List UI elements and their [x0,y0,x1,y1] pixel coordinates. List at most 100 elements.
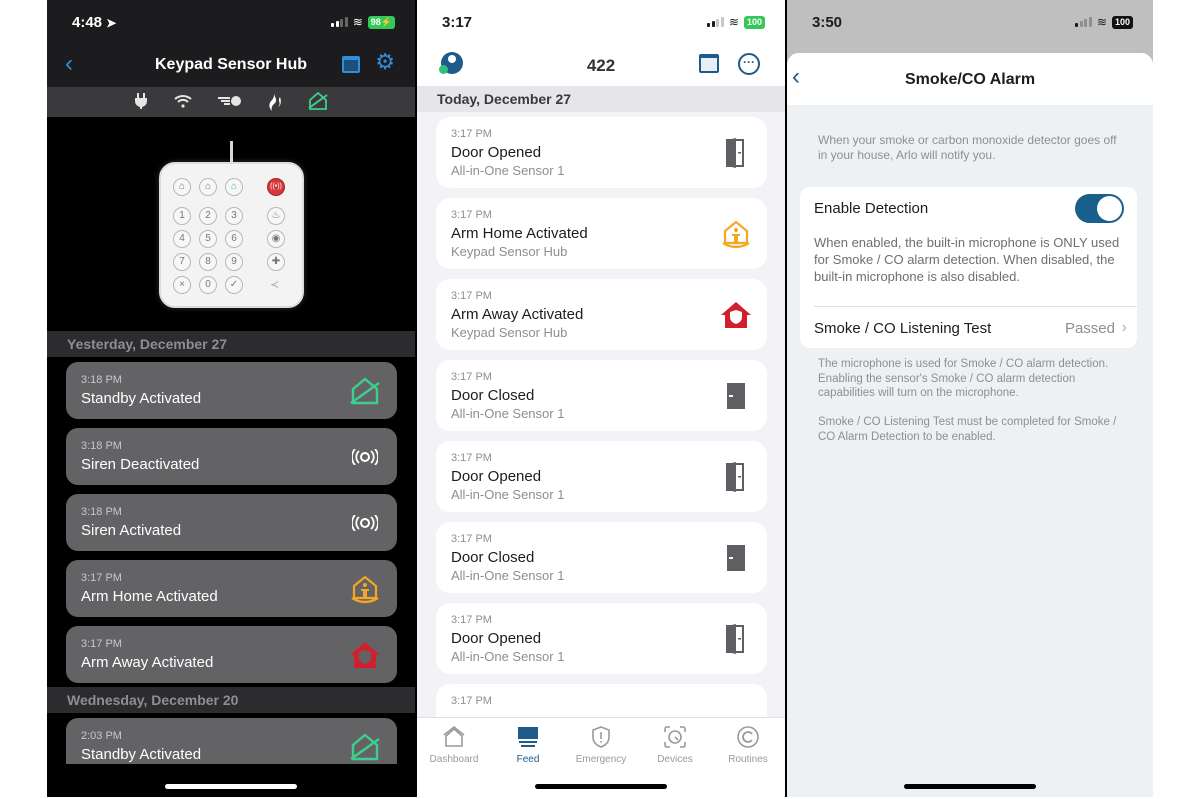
keypad-number-key: 1 [173,207,191,225]
event-card[interactable]: 3:17 PM Door Closed All-in-One Sensor 1 [436,522,767,593]
event-title: Door Opened [451,468,542,485]
tab-devices[interactable]: Devices [638,724,712,765]
siren-icon [349,442,381,472]
enable-detection-toggle[interactable] [1075,194,1124,223]
event-title: Arm Away Activated [451,306,584,323]
event-time: 3:17 PM [451,371,492,383]
signal-icon [1075,17,1092,27]
status-right: ≋ 100 [1075,15,1133,29]
keypad-number-key: 3 [225,207,243,225]
battery-indicator: 100 [743,15,765,29]
siren-icon [349,508,381,538]
battery-indicator: 100 [1111,15,1133,29]
routines-icon [711,724,785,750]
detection-settings-group: Enable Detection When enabled, the built… [800,187,1137,348]
wifi-icon: ≋ [352,15,363,29]
status-right: ≋ 98⚡ [331,15,395,29]
event-time: 3:17 PM [451,614,492,626]
calendar-button[interactable] [342,56,360,73]
keypad-panic-key: ((•)) [267,178,285,196]
event-time: 3:17 PM [81,638,122,650]
home-indicator[interactable] [165,784,297,789]
listening-test-label: Smoke / CO Listening Test [814,320,992,337]
event-title: Door Opened [451,144,542,161]
event-device: All-in-One Sensor 1 [451,487,565,502]
settings-sheet: ‹ Smoke/CO Alarm When your smoke or carb… [787,53,1153,797]
event-time: 3:17 PM [451,128,492,140]
tab-dashboard[interactable]: Dashboard [417,724,491,765]
status-right: ≋ 100 [707,15,765,29]
event-count: 422 [586,56,616,75]
signal-icon [707,17,724,27]
event-card[interactable]: 3:18 PM Siren Deactivated [66,428,397,485]
event-time: 3:17 PM [451,452,492,464]
tab-feed[interactable]: Feed [491,724,565,765]
event-card[interactable]: 3:18 PM Siren Activated [66,494,397,551]
more-options-button[interactable]: ··· [738,53,760,75]
section-header: Wednesday, December 20 [47,687,415,713]
nav-bar: 422 ··· [417,44,785,86]
home-indicator[interactable] [535,784,667,789]
chevron-right-icon: › [1121,319,1127,336]
door-open-icon [719,136,753,170]
calendar-button[interactable] [699,54,719,73]
header: 4:48 ➤ ≋ 98⚡ ‹ Keypad Sensor Hub ⚙ [47,0,415,87]
event-card[interactable]: 3:17 PM Arm Home Activated Keypad Sensor H… [436,198,767,269]
event-card[interactable]: 3:17 PM Door Opened All-in-One Sensor 1 [436,603,767,674]
shield-alert-icon [564,724,638,750]
status-bar: 3:50 ≋ 100 [787,0,1153,44]
motion-icon [218,95,242,110]
event-time: 2:03 PM [81,730,122,742]
event-card[interactable]: 3:17 PM Arm Away Activated [66,626,397,683]
door-open-icon [719,622,753,656]
arm-away-icon [719,298,753,332]
door-open-icon [719,460,753,494]
keypad-police-key: ◉ [267,230,285,248]
event-device: Keypad Sensor Hub [451,325,568,340]
event-time: 3:17 PM [81,572,122,584]
section-header: Yesterday, December 27 [47,331,415,357]
event-card[interactable]: 3:17 PM Door Closed All-in-One Sensor 1 [436,360,767,431]
settings-button[interactable]: ⚙ [375,51,395,73]
event-card[interactable]: 3:17 PM Door Opened All-in-One Sensor 1 [436,117,767,188]
keypad-home-key: ⌂ [173,178,191,196]
nav-bar: ‹ Keypad Sensor Hub ⚙ [47,44,415,87]
tab-routines[interactable]: Routines [711,724,785,765]
listening-test-status: Passed [1064,320,1115,337]
camera-device-icon [638,724,712,750]
event-title: Door Closed [451,549,535,566]
tab-emergency[interactable]: Emergency [564,724,638,765]
arm-away-icon [349,640,381,670]
page-title: Smoke/CO Alarm [904,71,1036,88]
keypad-cord [230,141,233,163]
wifi-icon [174,94,192,111]
home-indicator[interactable] [904,784,1036,789]
tab-label: Devices [657,754,693,765]
enable-detection-help: When enabled, the built-in microphone is… [814,235,1120,284]
event-card[interactable]: 3:17 PM Arm Away Activated Keypad Sensor H… [436,279,767,350]
event-card[interactable]: 3:17 PM Arm Home Activated [66,560,397,617]
activity-feed-screen: 3:17 ≋ 100 422 ··· Today, December 27 3:… [417,0,785,797]
event-device: Keypad Sensor Hub [451,244,568,259]
event-device: All-in-One Sensor 1 [451,406,565,421]
tab-label: Routines [728,754,768,765]
row-divider [814,306,1137,307]
enable-detection-label: Enable Detection [814,200,929,217]
event-time: 3:18 PM [81,506,122,518]
event-title: Arm Home Activated [451,225,588,242]
status-time: 3:50 [812,14,843,31]
event-time: 3:17 PM [451,209,492,221]
keypad-number-key: 7 [173,253,191,271]
power-plug-icon [134,92,148,112]
keypad-hub-screen: 4:48 ➤ ≋ 98⚡ ‹ Keypad Sensor Hub ⚙ ⌂ ⌂ ⌂… [47,0,415,797]
door-closed-icon [719,541,753,575]
event-card[interactable]: 3:17 PM Door Opened All-in-One Sensor 1 [436,441,767,512]
keypad-arm-home-key: ⌂ [199,178,217,196]
keypad-number-key: 2 [199,207,217,225]
event-time: 3:18 PM [81,440,122,452]
tab-label: Emergency [575,754,627,765]
event-card[interactable]: 3:18 PM Standby Activated [66,362,397,419]
arlo-logo: ≺ [270,279,280,291]
event-title: Door Closed [451,387,535,404]
keypad-image: ⌂ ⌂ ⌂ ((•)) 1 2 3 4 5 6 7 8 9 × 0 ✓ ♨ ◉ ✚ ≺ [47,117,415,331]
